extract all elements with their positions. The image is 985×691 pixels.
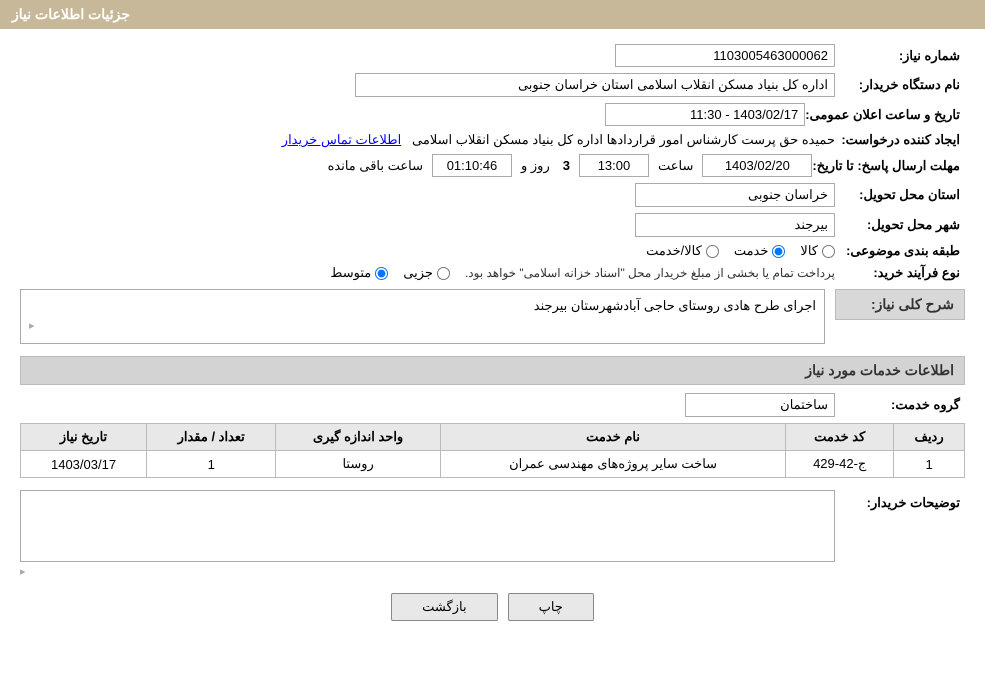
category-radio-khedmat[interactable] bbox=[772, 245, 785, 258]
purchase-type-note: پرداخت تمام یا بخشی از مبلغ خریدار محل "… bbox=[465, 266, 835, 280]
category-option-kala-khedmat: کالا/خدمت bbox=[646, 243, 719, 259]
request-number-label: شماره نیاز: bbox=[835, 48, 965, 64]
service-table-body: 1ج-42-429ساخت سایر پروژه‌های مهندسی عمرا… bbox=[21, 451, 965, 478]
category-radio-kala[interactable] bbox=[822, 245, 835, 258]
city-row: شهر محل تحویل: بیرجند bbox=[20, 213, 965, 237]
purchase-type-value: جزیی متوسط پرداخت تمام یا بخشی از مبلغ خ… bbox=[20, 265, 835, 281]
buyer-notes-textarea[interactable] bbox=[20, 490, 835, 562]
creator-label: ایجاد کننده درخواست: bbox=[835, 132, 965, 148]
service-group-box: ساختمان bbox=[685, 393, 835, 417]
deadline-date-box: 1403/02/20 bbox=[702, 154, 812, 177]
deadline-row: مهلت ارسال پاسخ: تا تاریخ: 1403/02/20 سا… bbox=[20, 154, 965, 177]
deadline-time-box: 13:00 bbox=[579, 154, 649, 177]
need-desc-container: اجرای طرح هادی روستای حاجی آبادشهرستان ب… bbox=[20, 289, 825, 344]
announce-datetime-value: 1403/02/17 - 11:30 bbox=[20, 103, 805, 126]
province-box: خراسان جنوبی bbox=[635, 183, 835, 207]
province-label: استان محل تحویل: bbox=[835, 187, 965, 203]
need-desc-value: اجرای طرح هادی روستای حاجی آبادشهرستان ب… bbox=[534, 298, 816, 313]
table-cell-name: ساخت سایر پروژه‌های مهندسی عمران bbox=[440, 451, 785, 478]
city-value: بیرجند bbox=[20, 213, 835, 237]
print-button[interactable]: چاپ bbox=[508, 593, 594, 621]
announce-datetime-box: 1403/02/17 - 11:30 bbox=[605, 103, 805, 126]
deadline-value: 1403/02/20 ساعت 13:00 3 روز و 01:10:46 س… bbox=[20, 154, 812, 177]
category-options: کالا خدمت کالا/خدمت bbox=[20, 243, 835, 259]
col-header-name: نام خدمت bbox=[440, 424, 785, 451]
col-header-code: کد خدمت bbox=[786, 424, 894, 451]
creator-name: حمیده حق پرست کارشناس امور قراردادها ادا… bbox=[412, 132, 835, 147]
request-number-box: 1103005463000062 bbox=[615, 44, 835, 67]
category-label-kala: کالا bbox=[800, 243, 818, 259]
purchase-type-row: نوع فرآیند خرید: جزیی متوسط پرداخت تمام … bbox=[20, 265, 965, 281]
content-area: شماره نیاز: 1103005463000062 نام دستگاه … bbox=[0, 29, 985, 656]
need-desc-row: شرح کلی نیاز: اجرای طرح هادی روستای حاجی… bbox=[20, 289, 965, 344]
purchase-type-label: نوع فرآیند خرید: bbox=[835, 265, 965, 281]
buyer-notes-row: توضیحات خریدار: ▸ bbox=[20, 490, 965, 578]
button-row: چاپ بازگشت bbox=[20, 593, 965, 621]
deadline-days-value: 3 bbox=[563, 158, 570, 173]
service-table: ردیف کد خدمت نام خدمت واحد اندازه گیری ت… bbox=[20, 423, 965, 478]
table-cell-quantity: 1 bbox=[147, 451, 276, 478]
deadline-days-label: روز و bbox=[521, 158, 550, 174]
category-row: طبقه بندی موضوعی: کالا خدمت کالا/خدمت bbox=[20, 243, 965, 259]
purchase-type-radio-jozii[interactable] bbox=[437, 267, 450, 280]
buyer-org-row: نام دستگاه خریدار: اداره کل بنیاد مسکن ا… bbox=[20, 73, 965, 97]
buyer-org-box: اداره کل بنیاد مسکن انقلاب اسلامی استان … bbox=[355, 73, 835, 97]
col-header-row: ردیف bbox=[894, 424, 965, 451]
need-desc-box: اجرای طرح هادی روستای حاجی آبادشهرستان ب… bbox=[20, 289, 825, 344]
service-group-label: گروه خدمت: bbox=[835, 397, 965, 413]
back-button[interactable]: بازگشت bbox=[391, 593, 497, 621]
creator-value: حمیده حق پرست کارشناس امور قراردادها ادا… bbox=[20, 132, 835, 148]
service-table-header: ردیف کد خدمت نام خدمت واحد اندازه گیری ت… bbox=[21, 424, 965, 451]
page-header: جزئیات اطلاعات نیاز bbox=[0, 0, 985, 29]
table-row: 1ج-42-429ساخت سایر پروژه‌های مهندسی عمرا… bbox=[21, 451, 965, 478]
category-option-kala: کالا bbox=[800, 243, 835, 259]
city-box: بیرجند bbox=[635, 213, 835, 237]
col-header-unit: واحد اندازه گیری bbox=[276, 424, 441, 451]
province-row: استان محل تحویل: خراسان جنوبی bbox=[20, 183, 965, 207]
category-radio-kala-khedmat[interactable] bbox=[706, 245, 719, 258]
page-title: جزئیات اطلاعات نیاز bbox=[12, 6, 130, 22]
purchase-type-option-jozii: جزیی bbox=[403, 265, 450, 281]
deadline-remaining-box: 01:10:46 bbox=[432, 154, 512, 177]
purchase-type-radio-mutavasset[interactable] bbox=[375, 267, 388, 280]
category-option-khedmat: خدمت bbox=[734, 243, 786, 259]
col-header-date: تاریخ نیاز bbox=[21, 424, 147, 451]
deadline-label: مهلت ارسال پاسخ: تا تاریخ: bbox=[812, 158, 965, 174]
service-group-value: ساختمان bbox=[20, 393, 835, 417]
announce-datetime-label: تاریخ و ساعت اعلان عمومی: bbox=[805, 107, 965, 123]
buyer-notes-container: ▸ bbox=[20, 490, 835, 578]
page-wrapper: جزئیات اطلاعات نیاز شماره نیاز: 11030054… bbox=[0, 0, 985, 691]
deadline-remaining-label: ساعت باقی مانده bbox=[328, 158, 423, 174]
buyer-notes-label: توضیحات خریدار: bbox=[835, 490, 965, 511]
creator-row: ایجاد کننده درخواست: حمیده حق پرست کارشن… bbox=[20, 132, 965, 148]
table-cell-date: 1403/03/17 bbox=[21, 451, 147, 478]
purchase-type-options: جزیی متوسط bbox=[330, 265, 450, 281]
purchase-type-option-mutavasset: متوسط bbox=[330, 265, 388, 281]
buyer-org-label: نام دستگاه خریدار: bbox=[835, 77, 965, 93]
city-label: شهر محل تحویل: bbox=[835, 217, 965, 233]
category-label-kala-khedmat: کالا/خدمت bbox=[646, 243, 702, 259]
request-number-value: 1103005463000062 bbox=[20, 44, 835, 67]
services-section-title: اطلاعات خدمات مورد نیاز bbox=[20, 356, 965, 385]
table-cell-code: ج-42-429 bbox=[786, 451, 894, 478]
buyer-org-value: اداره کل بنیاد مسکن انقلاب اسلامی استان … bbox=[20, 73, 835, 97]
need-desc-section-label: شرح کلی نیاز: bbox=[835, 289, 965, 320]
category-label-khedmat: خدمت bbox=[734, 243, 769, 259]
request-number-row: شماره نیاز: 1103005463000062 bbox=[20, 44, 965, 67]
announce-datetime-row: تاریخ و ساعت اعلان عمومی: 1403/02/17 - 1… bbox=[20, 103, 965, 126]
col-header-qty: تعداد / مقدار bbox=[147, 424, 276, 451]
deadline-time-label: ساعت bbox=[658, 158, 693, 174]
purchase-type-label-mutavasset: متوسط bbox=[330, 265, 371, 281]
service-group-row: گروه خدمت: ساختمان bbox=[20, 393, 965, 417]
table-cell-unit: روستا bbox=[276, 451, 441, 478]
province-value: خراسان جنوبی bbox=[20, 183, 835, 207]
creator-contact-link[interactable]: اطلاعات تماس خریدار bbox=[282, 132, 401, 147]
purchase-type-label-jozii: جزیی bbox=[403, 265, 433, 281]
category-label: طبقه بندی موضوعی: bbox=[835, 243, 965, 259]
table-cell-row: 1 bbox=[894, 451, 965, 478]
